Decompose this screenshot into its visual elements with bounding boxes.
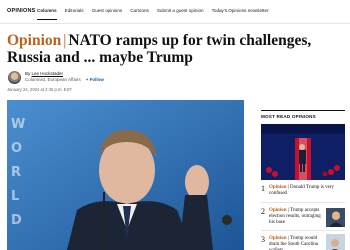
author-name-link[interactable]: Lee Hockstader bbox=[32, 71, 64, 76]
article-photo-illustration: W O R L D bbox=[7, 100, 244, 250]
most-read-lead-image[interactable] bbox=[261, 124, 345, 180]
follow-button[interactable]: + Follow bbox=[86, 77, 104, 83]
item-kicker: Opinion bbox=[269, 208, 287, 213]
nav-link-guest-opinions[interactable]: Guest opinions bbox=[92, 8, 123, 17]
nav-link-opinions-newsletter[interactable]: Today's Opinions newsletter bbox=[212, 8, 269, 17]
svg-text:L: L bbox=[11, 189, 19, 204]
most-read-lead-illustration bbox=[261, 124, 345, 180]
rank-number: 2 bbox=[261, 207, 265, 216]
opinion-kicker: Opinion bbox=[7, 32, 62, 49]
article-photo: W O R L D bbox=[7, 100, 244, 250]
svg-text:W: W bbox=[11, 117, 25, 132]
author-role-line: Columnist, European Affairs + Follow bbox=[25, 77, 104, 83]
svg-text:O: O bbox=[11, 141, 22, 156]
rank-number: 3 bbox=[261, 235, 265, 244]
kicker-divider: | bbox=[63, 32, 67, 49]
item-text: Opinion | Trump accepts election results… bbox=[269, 208, 325, 226]
nav-link-columns[interactable]: Columns bbox=[37, 8, 57, 20]
section-name[interactable]: OPINIONS bbox=[7, 8, 36, 14]
byline: By Lee Hockstader Columnist, European Af… bbox=[25, 71, 104, 83]
author-role: Columnist, European Affairs bbox=[25, 77, 81, 82]
divider bbox=[261, 230, 345, 231]
item-kicker: Opinion bbox=[269, 236, 287, 241]
nav-link-editorials[interactable]: Editorials bbox=[65, 8, 84, 17]
most-read-heading: MOST READ OPINIONS bbox=[261, 110, 345, 119]
section-nav-links: Columns Editorials Guest opinions Cartoo… bbox=[37, 8, 277, 20]
item-thumbnail[interactable] bbox=[326, 234, 345, 250]
svg-text:D: D bbox=[11, 213, 22, 228]
publish-date: January 24, 2024 at 2:45 p.m. EST bbox=[7, 87, 72, 92]
rank-number: 1 bbox=[261, 184, 265, 193]
nav-link-cartoons[interactable]: Cartoons bbox=[130, 8, 149, 17]
article-headline: Opinion | NATO ramps up for twin challenge… bbox=[7, 32, 347, 66]
top-navigation: OPINIONS Columns Editorials Guest opinio… bbox=[0, 0, 350, 24]
divider bbox=[261, 202, 345, 203]
item-text: Opinion | Trump would drain the South Ca… bbox=[269, 236, 325, 250]
nav-link-submit-guest-opinion[interactable]: Submit a guest opinion bbox=[157, 8, 204, 17]
svg-text:R: R bbox=[11, 165, 21, 180]
author-avatar[interactable] bbox=[8, 71, 21, 84]
item-thumbnail[interactable] bbox=[326, 208, 345, 227]
item-text: Opinion | Donald Trump is very confused bbox=[269, 185, 349, 197]
item-kicker: Opinion bbox=[269, 185, 287, 190]
